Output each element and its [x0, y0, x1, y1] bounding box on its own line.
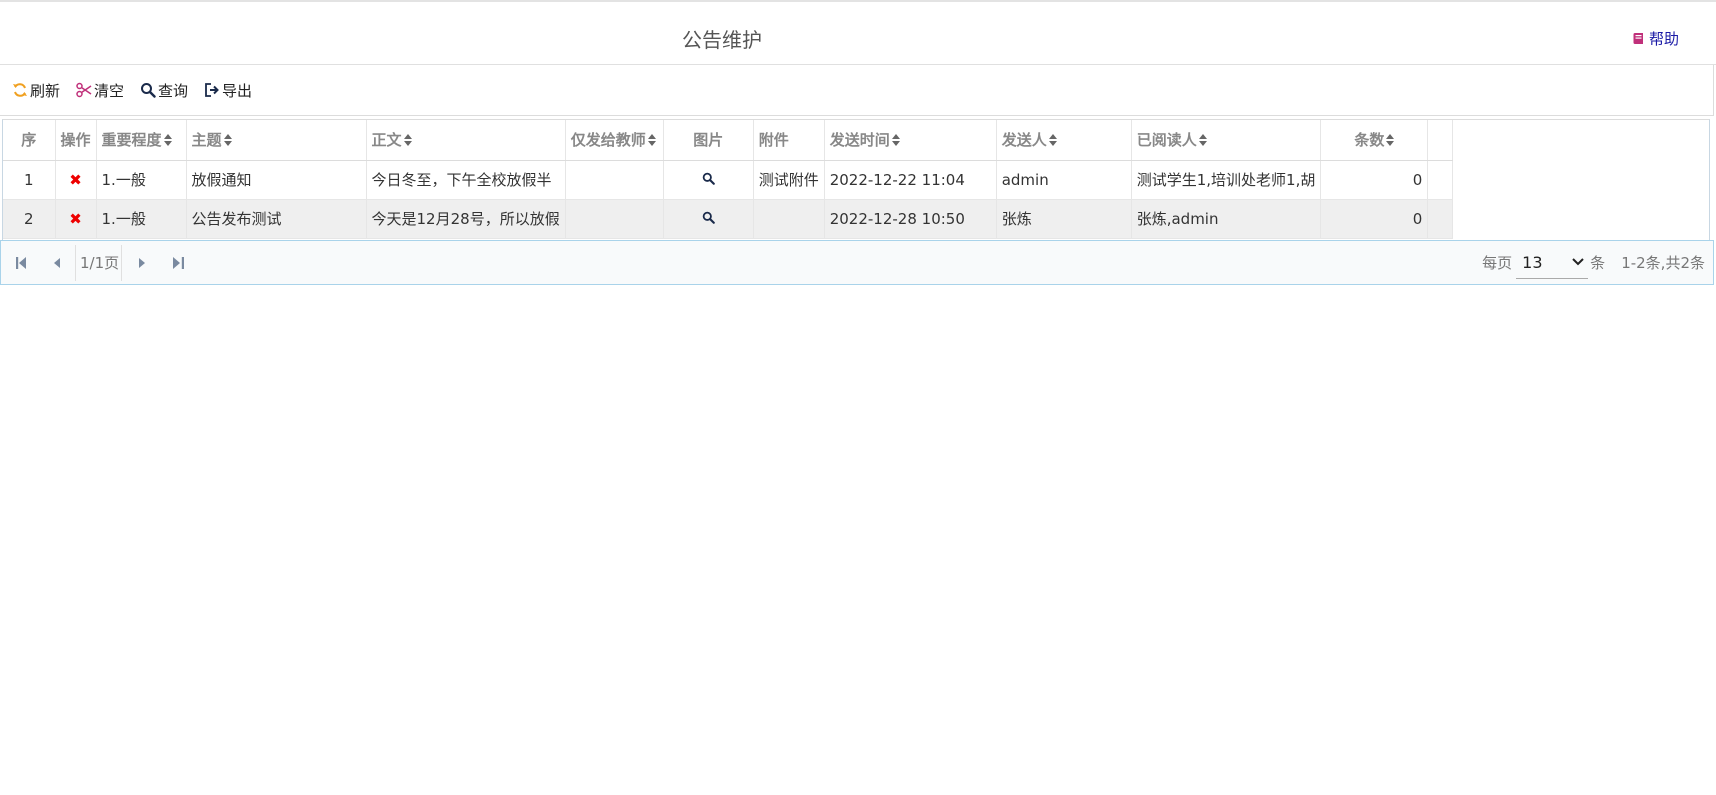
cell-subject: 放假通知 [186, 160, 367, 200]
delete-button[interactable]: ✖ [55, 199, 97, 239]
per-page-label: 每页 [1482, 254, 1513, 272]
col-header-importance[interactable]: 重要程度 [96, 120, 187, 161]
col-header-subject[interactable]: 主题 [186, 120, 367, 161]
table-header: 序 操作 重要程度 主题 正文 仅发给教师 图片 附件 发送时间 发送人 已阅读… [3, 120, 1454, 161]
prev-page-button[interactable] [49, 255, 65, 271]
refresh-button[interactable]: 刷新 [12, 80, 60, 101]
search-icon [141, 83, 156, 98]
help-link[interactable]: 帮助 [1632, 28, 1679, 49]
delete-icon: ✖ [69, 209, 82, 228]
cell-teachers-only [565, 199, 664, 239]
cell-seq: 1 [3, 160, 56, 200]
cell-importance: 1.一般 [96, 160, 187, 200]
per-page-select[interactable]: 13 [1516, 247, 1589, 279]
table-row[interactable]: 2 ✖ 1.一般 公告发布测试 今天是12月28号，所以放假 2022-12-2… [3, 199, 1454, 239]
col-header-readers[interactable]: 已阅读人 [1131, 120, 1322, 161]
pager-right: 每页 13 条 1-2条,共2条 [1482, 241, 1705, 284]
per-page-value: 13 [1522, 252, 1543, 272]
export-icon [205, 83, 219, 97]
cell-attachment[interactable]: 测试附件 [753, 160, 825, 200]
sort-icon [891, 134, 900, 147]
col-header-image: 图片 [663, 120, 754, 161]
delete-button[interactable]: ✖ [55, 160, 97, 200]
toolbar: 刷新 清空 查询 导出 [0, 65, 1714, 116]
chevron-down-icon [1572, 258, 1584, 266]
col-header-count[interactable]: 条数 [1320, 120, 1429, 161]
help-label: 帮助 [1648, 30, 1679, 48]
cell-body: 今日冬至，下午全校放假半 [366, 160, 566, 200]
cell-spacer [1427, 199, 1454, 239]
col-header-action: 操作 [55, 120, 97, 161]
cell-count: 0 [1320, 199, 1429, 239]
cell-subject: 公告发布测试 [186, 199, 367, 239]
pagination-bar: 1/1页 每页 13 条 1-2条,共2条 [0, 240, 1714, 285]
clear-label: 清空 [94, 81, 125, 100]
cell-send-time: 2022-12-22 11:04 [824, 160, 997, 200]
first-page-button[interactable] [13, 255, 29, 271]
view-image-button[interactable] [663, 160, 754, 200]
book-icon [1633, 32, 1643, 44]
scissors-icon [76, 82, 92, 98]
cell-readers: 张炼,admin [1131, 199, 1322, 239]
next-page-icon [139, 257, 146, 268]
search-icon [702, 211, 715, 224]
first-page-icon [15, 256, 26, 269]
sort-icon [1198, 134, 1207, 147]
export-label: 导出 [222, 81, 253, 100]
col-header-body[interactable]: 正文 [366, 120, 566, 161]
col-header-seq: 序 [3, 120, 56, 161]
sort-icon [163, 134, 172, 147]
cell-count: 0 [1320, 160, 1429, 200]
query-label: 查询 [158, 81, 189, 100]
sort-icon [403, 134, 412, 147]
title-bar: 公告维护 帮助 [0, 2, 1716, 65]
sort-icon [1386, 134, 1395, 147]
sort-icon [223, 134, 232, 147]
notice-table: 序 操作 重要程度 主题 正文 仅发给教师 图片 附件 发送时间 发送人 已阅读… [3, 120, 1454, 239]
page-title: 公告维护 [682, 28, 762, 52]
cell-attachment[interactable] [753, 199, 825, 239]
unit-label: 条 [1590, 254, 1606, 272]
cell-sender: admin [996, 160, 1132, 200]
record-summary: 1-2条,共2条 [1621, 254, 1705, 272]
table-row[interactable]: 1 ✖ 1.一般 放假通知 今日冬至，下午全校放假半 测试附件 2022-12-… [3, 160, 1454, 200]
pager-divider [75, 244, 76, 281]
clear-button[interactable]: 清空 [76, 80, 124, 101]
cell-importance: 1.一般 [96, 199, 187, 239]
refresh-icon [13, 83, 27, 97]
col-header-teachers-only[interactable]: 仅发给教师 [565, 120, 664, 161]
cell-sender: 张炼 [996, 199, 1132, 239]
col-header-attachment: 附件 [753, 120, 825, 161]
col-header-send-time[interactable]: 发送时间 [824, 120, 997, 161]
search-icon [702, 172, 715, 185]
export-button[interactable]: 导出 [204, 80, 252, 101]
cell-teachers-only [565, 160, 664, 200]
sort-icon [1048, 134, 1057, 147]
cell-spacer [1427, 160, 1454, 200]
cell-seq: 2 [3, 199, 56, 239]
query-button[interactable]: 查询 [140, 80, 188, 101]
cell-body: 今天是12月28号，所以放假 [366, 199, 566, 239]
delete-icon: ✖ [69, 170, 82, 189]
cell-send-time: 2022-12-28 10:50 [824, 199, 997, 239]
view-image-button[interactable] [663, 199, 754, 239]
refresh-label: 刷新 [30, 81, 61, 100]
prev-page-icon [54, 257, 60, 268]
cell-readers: 测试学生1,培训处老师1,胡 [1131, 160, 1322, 200]
col-header-spacer [1427, 120, 1454, 161]
page-info: 1/1页 [80, 254, 120, 272]
col-header-sender[interactable]: 发送人 [996, 120, 1132, 161]
last-page-button[interactable] [170, 255, 186, 271]
next-page-button[interactable] [134, 255, 150, 271]
pager-divider [121, 244, 123, 281]
sort-icon [647, 134, 656, 147]
last-page-icon [172, 256, 184, 269]
